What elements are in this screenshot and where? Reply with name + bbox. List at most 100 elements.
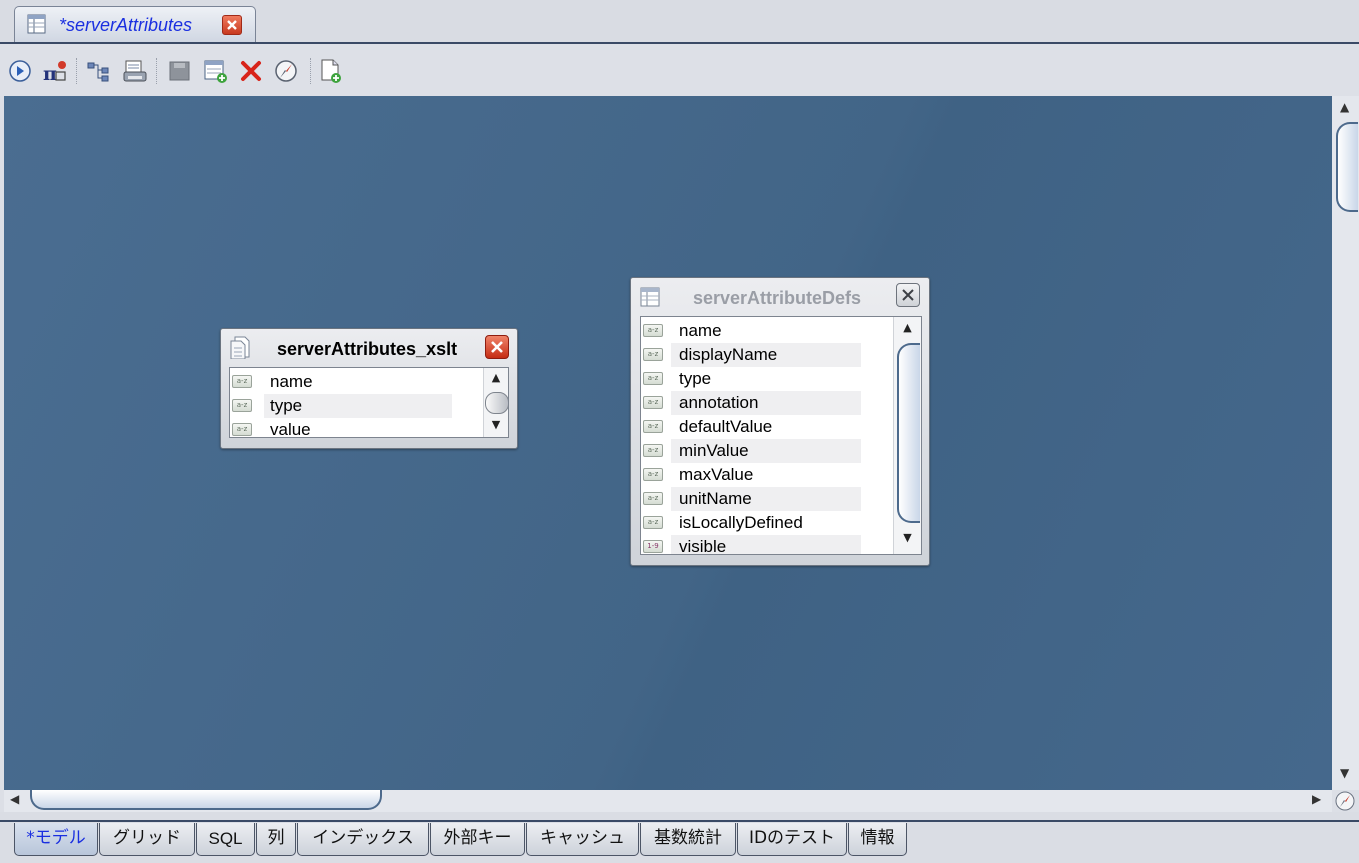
vertical-scroll-thumb[interactable] [1336,122,1358,212]
tab-indexes[interactable]: インデックス [297,823,429,856]
text-type-icon: a-z [643,468,663,481]
relations-button[interactable] [86,58,112,84]
canvas-horizontal-scrollbar[interactable]: ◀ ▶ [4,790,1332,812]
scroll-up-icon[interactable]: ▲ [484,371,508,387]
text-type-icon: a-z [643,324,663,337]
scroll-up-icon[interactable]: ▲ [894,321,921,337]
field-name: visible [679,537,727,555]
tab-columns[interactable]: 列 [256,823,296,856]
delete-button[interactable] [239,58,265,84]
document-tab-title: *serverAttributes [59,15,193,35]
field-row[interactable]: a-z name [230,370,460,394]
play-circle-icon [9,60,31,82]
text-type-icon: a-z [232,423,252,436]
canvas-vertical-scrollbar[interactable]: ▲ ▼ [1332,96,1359,790]
text-type-icon: a-z [643,348,663,361]
table-icon [639,284,661,308]
close-icon [227,20,237,30]
field-name: minValue [679,441,749,460]
model-canvas[interactable]: serverAttributes_xslt a-z name a-z type … [4,96,1332,790]
tab-grid[interactable]: グリッド [99,823,195,856]
scroll-down-icon[interactable]: ▼ [894,531,921,547]
table-title: serverAttributes_xslt [277,339,458,359]
field-row[interactable]: a-z value [230,418,460,437]
close-table-button[interactable] [896,283,920,307]
text-type-icon: a-z [232,375,252,388]
text-type-icon: a-z [643,420,663,433]
tab-cardinality[interactable]: 基数統計 [640,823,736,856]
table-widget-serverattributes-xslt[interactable]: serverAttributes_xslt a-z name a-z type … [220,328,518,449]
document-icon [229,335,251,360]
printer-icon [123,60,147,82]
scroll-down-icon[interactable]: ▼ [484,418,508,434]
navigate-button[interactable] [274,58,300,84]
run-button[interactable] [8,58,34,84]
field-row[interactable]: a-z annotation [641,391,871,415]
tab-info[interactable]: 情報 [848,823,907,856]
scroll-up-icon[interactable]: ▲ [1340,100,1349,114]
text-type-icon: a-z [643,492,663,505]
field-list[interactable]: a-z name a-z displayName a-z type a-z an… [640,316,922,555]
field-row[interactable]: a-z displayName [641,343,871,367]
tab-sql[interactable]: SQL [196,823,255,856]
field-name: defaultValue [679,417,773,436]
table-widget-serverattributedefs[interactable]: serverAttributeDefs a-z name a-z display… [630,277,930,566]
function-button[interactable]: π [42,58,68,84]
new-document-button[interactable] [318,58,344,84]
scroll-right-icon[interactable]: ▶ [1312,792,1321,806]
field-name: name [270,372,313,391]
tab-id-test[interactable]: IDのテスト [737,823,847,856]
field-row[interactable]: a-z isLocallyDefined [641,511,871,535]
add-table-button[interactable] [203,58,229,84]
scroll-thumb[interactable] [485,392,508,414]
new-document-icon [321,59,341,83]
field-name: maxValue [679,465,754,484]
field-row[interactable]: a-z type [641,367,871,391]
svg-text:π: π [43,63,57,84]
field-name: type [679,369,712,388]
field-list[interactable]: a-z name a-z type a-z value ▲ ▼ [229,367,509,438]
field-row[interactable]: 1-9 visible [641,535,871,555]
navigator-compass-icon[interactable] [1333,790,1357,812]
document-tab[interactable]: *serverAttributes [14,6,256,43]
field-row[interactable]: a-z type [230,394,460,418]
tab-model[interactable]: *モデル [14,823,98,856]
save-disabled-icon [169,61,190,81]
scroll-down-icon[interactable]: ▼ [1340,766,1349,780]
tab-cache[interactable]: キャッシュ [526,823,639,856]
text-type-icon: a-z [643,372,663,385]
field-list-scrollbar[interactable]: ▲ ▼ [893,317,921,554]
text-type-icon: a-z [232,399,252,412]
close-tab-button[interactable] [222,15,242,35]
compass-icon [275,60,297,82]
field-row[interactable]: a-z defaultValue [641,415,871,439]
field-row[interactable]: a-z name [641,319,871,343]
tab-foreign-keys[interactable]: 外部キー [430,823,525,856]
close-icon [902,289,914,301]
table-icon [27,14,47,34]
scroll-left-icon[interactable]: ◀ [10,792,19,806]
field-name: isLocallyDefined [679,513,803,532]
add-table-icon [204,60,227,83]
text-type-icon: a-z [643,396,663,409]
save-button[interactable] [167,58,193,84]
view-tabbar: *モデル グリッド SQL 列 インデックス 外部キー キャッシュ 基数統計 I… [0,812,1359,863]
text-type-icon: a-z [643,516,663,529]
text-type-icon: a-z [643,444,663,457]
tree-relation-icon [87,62,109,82]
field-name: type [270,396,303,415]
toolbar: π [0,44,1359,96]
close-table-button[interactable] [485,335,509,359]
field-name: unitName [679,489,752,508]
print-button[interactable] [122,58,148,84]
field-row[interactable]: a-z minValue [641,439,871,463]
field-row[interactable]: a-z maxValue [641,463,871,487]
field-row[interactable]: a-z unitName [641,487,871,511]
field-list-scrollbar[interactable]: ▲ ▼ [483,368,508,437]
scroll-thumb[interactable] [897,343,920,523]
field-name: annotation [679,393,759,412]
field-name: name [679,321,722,340]
table-title: serverAttributeDefs [693,288,862,308]
document-tabbar: *serverAttributes [0,0,1359,44]
horizontal-scroll-thumb[interactable] [30,790,382,810]
